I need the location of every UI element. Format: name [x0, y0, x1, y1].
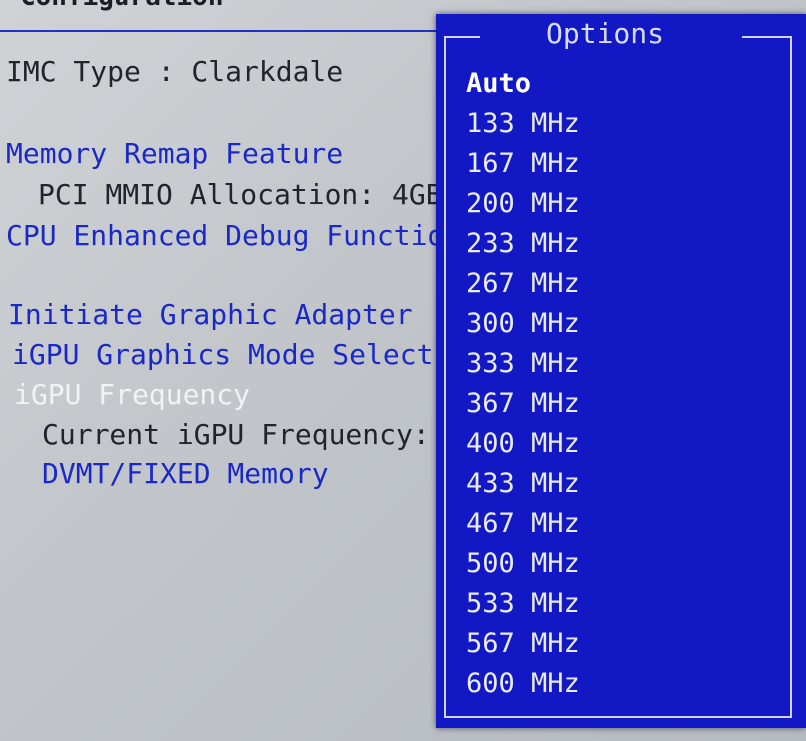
screen-title-strip: Configuration: [0, 0, 806, 12]
options-list: Auto 133 MHz 167 MHz 200 MHz 233 MHz 267…: [466, 64, 580, 704]
option-auto[interactable]: Auto: [466, 64, 580, 104]
cpu-enhanced-debug-item[interactable]: CPU Enhanced Debug Function: [6, 222, 461, 250]
option-567-mhz[interactable]: 567 MHz: [466, 624, 580, 664]
imc-type-info: IMC Type : Clarkdale: [6, 55, 344, 88]
option-533-mhz[interactable]: 533 MHz: [466, 584, 580, 624]
option-167-mhz[interactable]: 167 MHz: [466, 144, 580, 184]
igpu-frequency-item[interactable]: iGPU Frequency: [14, 381, 250, 409]
option-400-mhz[interactable]: 400 MHz: [466, 424, 580, 464]
option-267-mhz[interactable]: 267 MHz: [466, 264, 580, 304]
option-200-mhz[interactable]: 200 MHz: [466, 184, 580, 224]
frame-top-left-segment: [444, 36, 480, 38]
screen-title: Configuration: [20, 0, 224, 12]
initiate-graphic-adapter-item[interactable]: Initiate Graphic Adapter: [8, 301, 413, 329]
option-367-mhz[interactable]: 367 MHz: [466, 384, 580, 424]
bios-screen: Configuration IMC Type : Clarkdale Memor…: [0, 0, 806, 741]
options-popup: Options Auto 133 MHz 167 MHz 200 MHz 233…: [436, 14, 806, 728]
pci-mmio-allocation-info: PCI MMIO Allocation: 4GB: [38, 178, 443, 211]
option-300-mhz[interactable]: 300 MHz: [466, 304, 580, 344]
igpu-graphics-mode-item[interactable]: iGPU Graphics Mode Select: [12, 341, 433, 369]
option-233-mhz[interactable]: 233 MHz: [466, 224, 580, 264]
option-433-mhz[interactable]: 433 MHz: [466, 464, 580, 504]
option-467-mhz[interactable]: 467 MHz: [466, 504, 580, 544]
memory-remap-feature-item[interactable]: Memory Remap Feature: [6, 140, 343, 168]
option-500-mhz[interactable]: 500 MHz: [466, 544, 580, 584]
dvmt-fixed-memory-item[interactable]: DVMT/FIXED Memory: [42, 460, 329, 488]
option-133-mhz[interactable]: 133 MHz: [466, 104, 580, 144]
options-popup-title: Options: [546, 17, 665, 50]
option-333-mhz[interactable]: 333 MHz: [466, 344, 580, 384]
frame-top-right-segment: [742, 36, 790, 38]
current-igpu-frequency-info: Current iGPU Frequency: 4: [42, 418, 464, 451]
option-600-mhz[interactable]: 600 MHz: [466, 664, 580, 704]
